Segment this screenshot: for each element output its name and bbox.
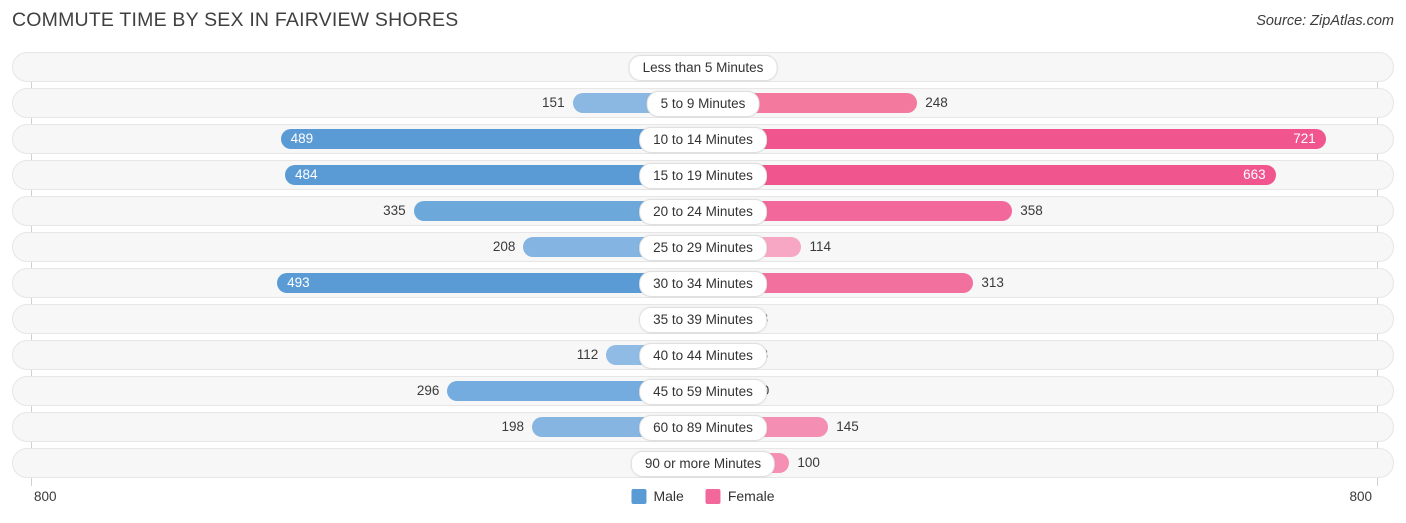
category-label: 25 to 29 Minutes (639, 235, 767, 261)
table-row: 489 721 10 to 14 Minutes (12, 124, 1394, 154)
table-row: 151 248 5 to 9 Minutes (12, 88, 1394, 118)
axis-label-right: 800 (1349, 489, 1372, 504)
category-label: 45 to 59 Minutes (639, 379, 767, 405)
legend-item-male[interactable]: Male (631, 488, 684, 504)
legend-label: Female (727, 488, 775, 504)
square-swatch-icon (631, 488, 647, 504)
value-label-male: 296 (416, 383, 440, 398)
axis-label-left: 800 (34, 489, 57, 504)
square-swatch-icon (705, 488, 721, 504)
value-label-female: 114 (809, 239, 831, 254)
page-title: COMMUTE TIME BY SEX IN FAIRVIEW SHORES (12, 9, 459, 31)
value-label-male: 335 (383, 203, 406, 218)
bar-female (703, 129, 1326, 149)
category-label: 35 to 39 Minutes (639, 307, 767, 333)
legend: Male Female (631, 488, 775, 504)
value-label-male: 198 (501, 419, 524, 434)
value-label-male: 489 (290, 131, 314, 146)
category-label: 40 to 44 Minutes (639, 343, 767, 369)
bar-female (703, 165, 1276, 185)
value-label-female: 100 (797, 455, 820, 470)
category-label: 30 to 34 Minutes (639, 271, 767, 297)
chart-root: COMMUTE TIME BY SEX IN FAIRVIEW SHORES S… (0, 0, 1406, 523)
value-label-female: 145 (836, 419, 859, 434)
category-label: 5 to 9 Minutes (646, 91, 760, 117)
table-row: 493 313 30 to 34 Minutes (12, 268, 1394, 298)
value-label-male: 208 (492, 239, 516, 254)
value-label-male: 493 (287, 275, 310, 290)
plot-area: 1221Less than 5 Minutes 151 248 5 to 9 Minu… (12, 52, 1394, 486)
value-label-female: 721 (1293, 131, 1316, 146)
category-label: 20 to 24 Minutes (639, 199, 767, 225)
category-label: 15 to 19 Minutes (639, 163, 767, 189)
value-label-female: 248 (925, 95, 948, 110)
value-label-male: 151 (542, 95, 565, 110)
value-label-female: 313 (981, 275, 1004, 290)
value-label-female: 358 (1020, 203, 1043, 218)
table-row: 208 114 25 to 29 Minutes (12, 232, 1394, 262)
value-label-male: 112 (576, 347, 599, 362)
table-row: 1221Less than 5 Minutes (12, 52, 1394, 82)
table-row: 1123340 to 44 Minutes (12, 340, 1394, 370)
value-label-male: 484 (294, 167, 318, 182)
legend-item-female[interactable]: Female (705, 488, 775, 504)
category-label: Less than 5 Minutes (628, 55, 778, 81)
source-attribution: Source: ZipAtlas.com (1256, 13, 1394, 29)
table-row: 484 663 15 to 19 Minutes (12, 160, 1394, 190)
table-row: 2965045 to 59 Minutes (12, 376, 1394, 406)
legend-label: Male (653, 488, 684, 504)
value-label-female: 663 (1243, 167, 1266, 182)
table-row: 03835 to 39 Minutes (12, 304, 1394, 334)
category-label: 10 to 14 Minutes (639, 127, 767, 153)
table-row: 2310090 or more Minutes (12, 448, 1394, 478)
category-label: 90 or more Minutes (630, 451, 776, 477)
table-row: 335 358 20 to 24 Minutes (12, 196, 1394, 226)
table-row: 198 145 60 to 89 Minutes (12, 412, 1394, 442)
category-label: 60 to 89 Minutes (639, 415, 767, 441)
